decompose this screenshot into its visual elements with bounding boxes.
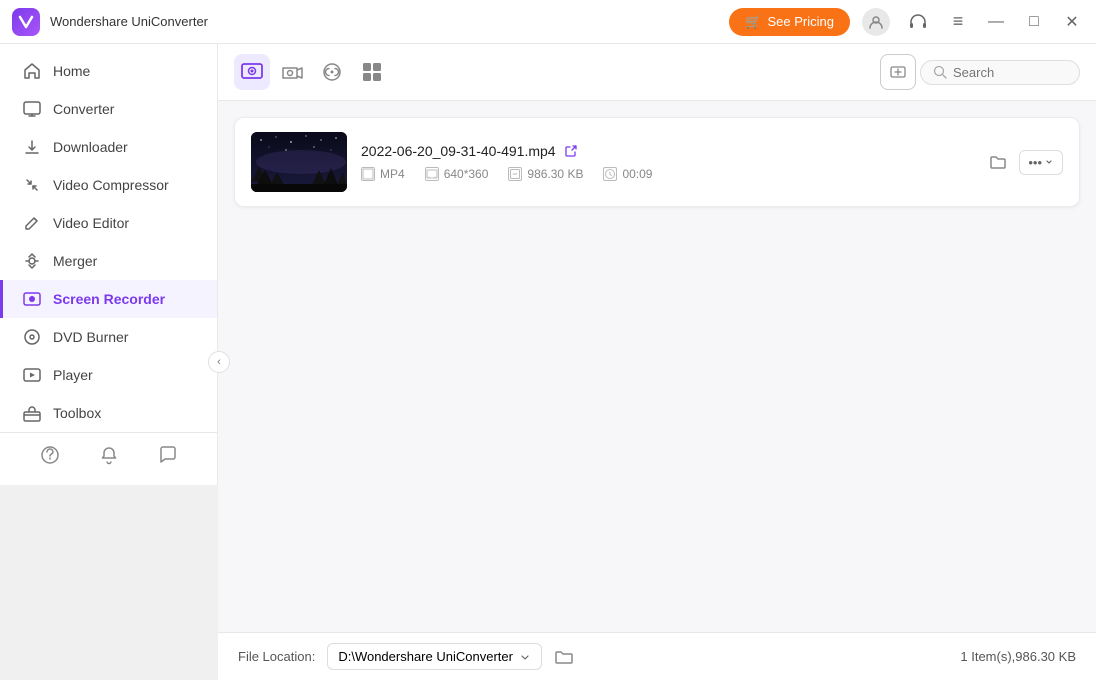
menu-icon[interactable]: ≡ [946, 10, 970, 34]
sidebar-item-player-label: Player [53, 367, 93, 383]
more-actions-button[interactable]: ••• [1019, 150, 1063, 175]
main-layout: Home Converter [0, 44, 1096, 680]
merge-icon [23, 252, 41, 270]
bottom-bar: File Location: D:\Wondershare UniConvert… [218, 632, 1096, 680]
tab-screen-recording[interactable] [234, 54, 270, 90]
file-actions: ••• [985, 149, 1063, 175]
app-title: Wondershare UniConverter [50, 14, 729, 29]
search-input[interactable] [953, 65, 1067, 80]
search-icon [933, 65, 947, 79]
sidebar-item-video-editor[interactable]: Video Editor [0, 204, 217, 242]
file-resolution: 640*360 [425, 167, 489, 181]
compress-icon [23, 176, 41, 194]
sidebar-item-player[interactable]: Player [0, 356, 217, 394]
tab-multi[interactable] [354, 54, 390, 90]
cart-icon: 🛒 [745, 14, 761, 30]
sidebar-item-screen-recorder[interactable]: Screen Recorder [0, 280, 217, 318]
sidebar-item-home-label: Home [53, 63, 90, 79]
sidebar-wrapper: Home Converter [0, 44, 218, 680]
sidebar: Home Converter [0, 44, 218, 485]
open-folder-button[interactable] [985, 149, 1011, 175]
add-file-button[interactable] [880, 54, 916, 90]
toolbox-icon [23, 404, 41, 422]
file-summary: 1 Item(s),986.30 KB [960, 649, 1076, 664]
file-info: 2022-06-20_09-31-40-491.mp4 [361, 143, 971, 181]
file-name-row: 2022-06-20_09-31-40-491.mp4 [361, 143, 971, 159]
format-value: MP4 [380, 167, 405, 181]
sidebar-item-video-compressor-label: Video Compressor [53, 177, 169, 193]
player-icon [23, 366, 41, 384]
help-icon[interactable] [40, 445, 60, 465]
file-format: MP4 [361, 167, 405, 181]
sidebar-item-video-compressor[interactable]: Video Compressor [0, 166, 217, 204]
sidebar-item-converter-label: Converter [53, 101, 114, 117]
sidebar-item-screen-recorder-label: Screen Recorder [53, 291, 165, 307]
sidebar-bottom [0, 432, 217, 477]
file-duration: 00:09 [603, 167, 652, 181]
chat-icon[interactable] [158, 445, 178, 465]
file-size: 986.30 KB [508, 167, 583, 181]
sidebar-item-merger[interactable]: Merger [0, 242, 217, 280]
downloader-icon [23, 138, 41, 156]
open-folder-button[interactable] [554, 647, 574, 667]
titlebar: Wondershare UniConverter 🛒 See Pricing ≡… [0, 0, 1096, 44]
file-thumbnail [251, 132, 347, 192]
converter-icon [23, 100, 41, 118]
file-list: 2022-06-20_09-31-40-491.mp4 [218, 101, 1096, 632]
tab-camera[interactable] [274, 54, 310, 90]
search-bar [920, 60, 1080, 85]
sidebar-item-toolbox[interactable]: Toolbox [0, 394, 217, 432]
duration-icon [603, 167, 617, 181]
home-icon [23, 62, 41, 80]
sidebar-item-toolbox-label: Toolbox [53, 405, 101, 421]
headphone-icon[interactable] [904, 8, 932, 36]
resolution-icon [425, 167, 439, 181]
file-name: 2022-06-20_09-31-40-491.mp4 [361, 143, 556, 159]
sidebar-item-downloader-label: Downloader [53, 139, 128, 155]
more-chevron-icon [1044, 157, 1054, 167]
tab-bar [218, 44, 1096, 101]
maximize-button[interactable]: □ [1022, 10, 1046, 34]
see-pricing-button[interactable]: 🛒 See Pricing [729, 8, 850, 36]
dvd-icon [23, 328, 41, 346]
format-icon [361, 167, 375, 181]
open-file-icon[interactable] [564, 144, 578, 158]
sidebar-item-converter[interactable]: Converter [0, 90, 217, 128]
titlebar-controls: ≡ — □ ✕ [862, 8, 1084, 36]
sidebar-item-downloader[interactable]: Downloader [0, 128, 217, 166]
content-area: 2022-06-20_09-31-40-491.mp4 [218, 44, 1096, 680]
file-meta: MP4 640*360 [361, 167, 971, 181]
sidebar-item-dvd-burner-label: DVD Burner [53, 329, 128, 345]
resolution-value: 640*360 [444, 167, 489, 181]
sidebar-collapse-button[interactable]: ‹ [208, 351, 230, 373]
minimize-button[interactable]: — [984, 10, 1008, 34]
location-path: D:\Wondershare UniConverter [338, 649, 513, 664]
duration-value: 00:09 [622, 167, 652, 181]
sidebar-item-dvd-burner[interactable]: DVD Burner [0, 318, 217, 356]
sidebar-item-merger-label: Merger [53, 253, 97, 269]
user-avatar[interactable] [862, 8, 890, 36]
sidebar-item-video-editor-label: Video Editor [53, 215, 129, 231]
edit-icon [23, 214, 41, 232]
file-location-label: File Location: [238, 649, 315, 664]
tab-audio[interactable] [314, 54, 350, 90]
file-item: 2022-06-20_09-31-40-491.mp4 [234, 117, 1080, 207]
location-select[interactable]: D:\Wondershare UniConverter [327, 643, 542, 670]
record-icon [23, 290, 41, 308]
size-value: 986.30 KB [527, 167, 583, 181]
close-button[interactable]: ✕ [1060, 10, 1084, 34]
bell-icon[interactable] [99, 445, 119, 465]
size-icon [508, 167, 522, 181]
sidebar-item-home[interactable]: Home [0, 52, 217, 90]
more-dots-icon: ••• [1028, 155, 1042, 170]
app-logo [12, 8, 40, 36]
